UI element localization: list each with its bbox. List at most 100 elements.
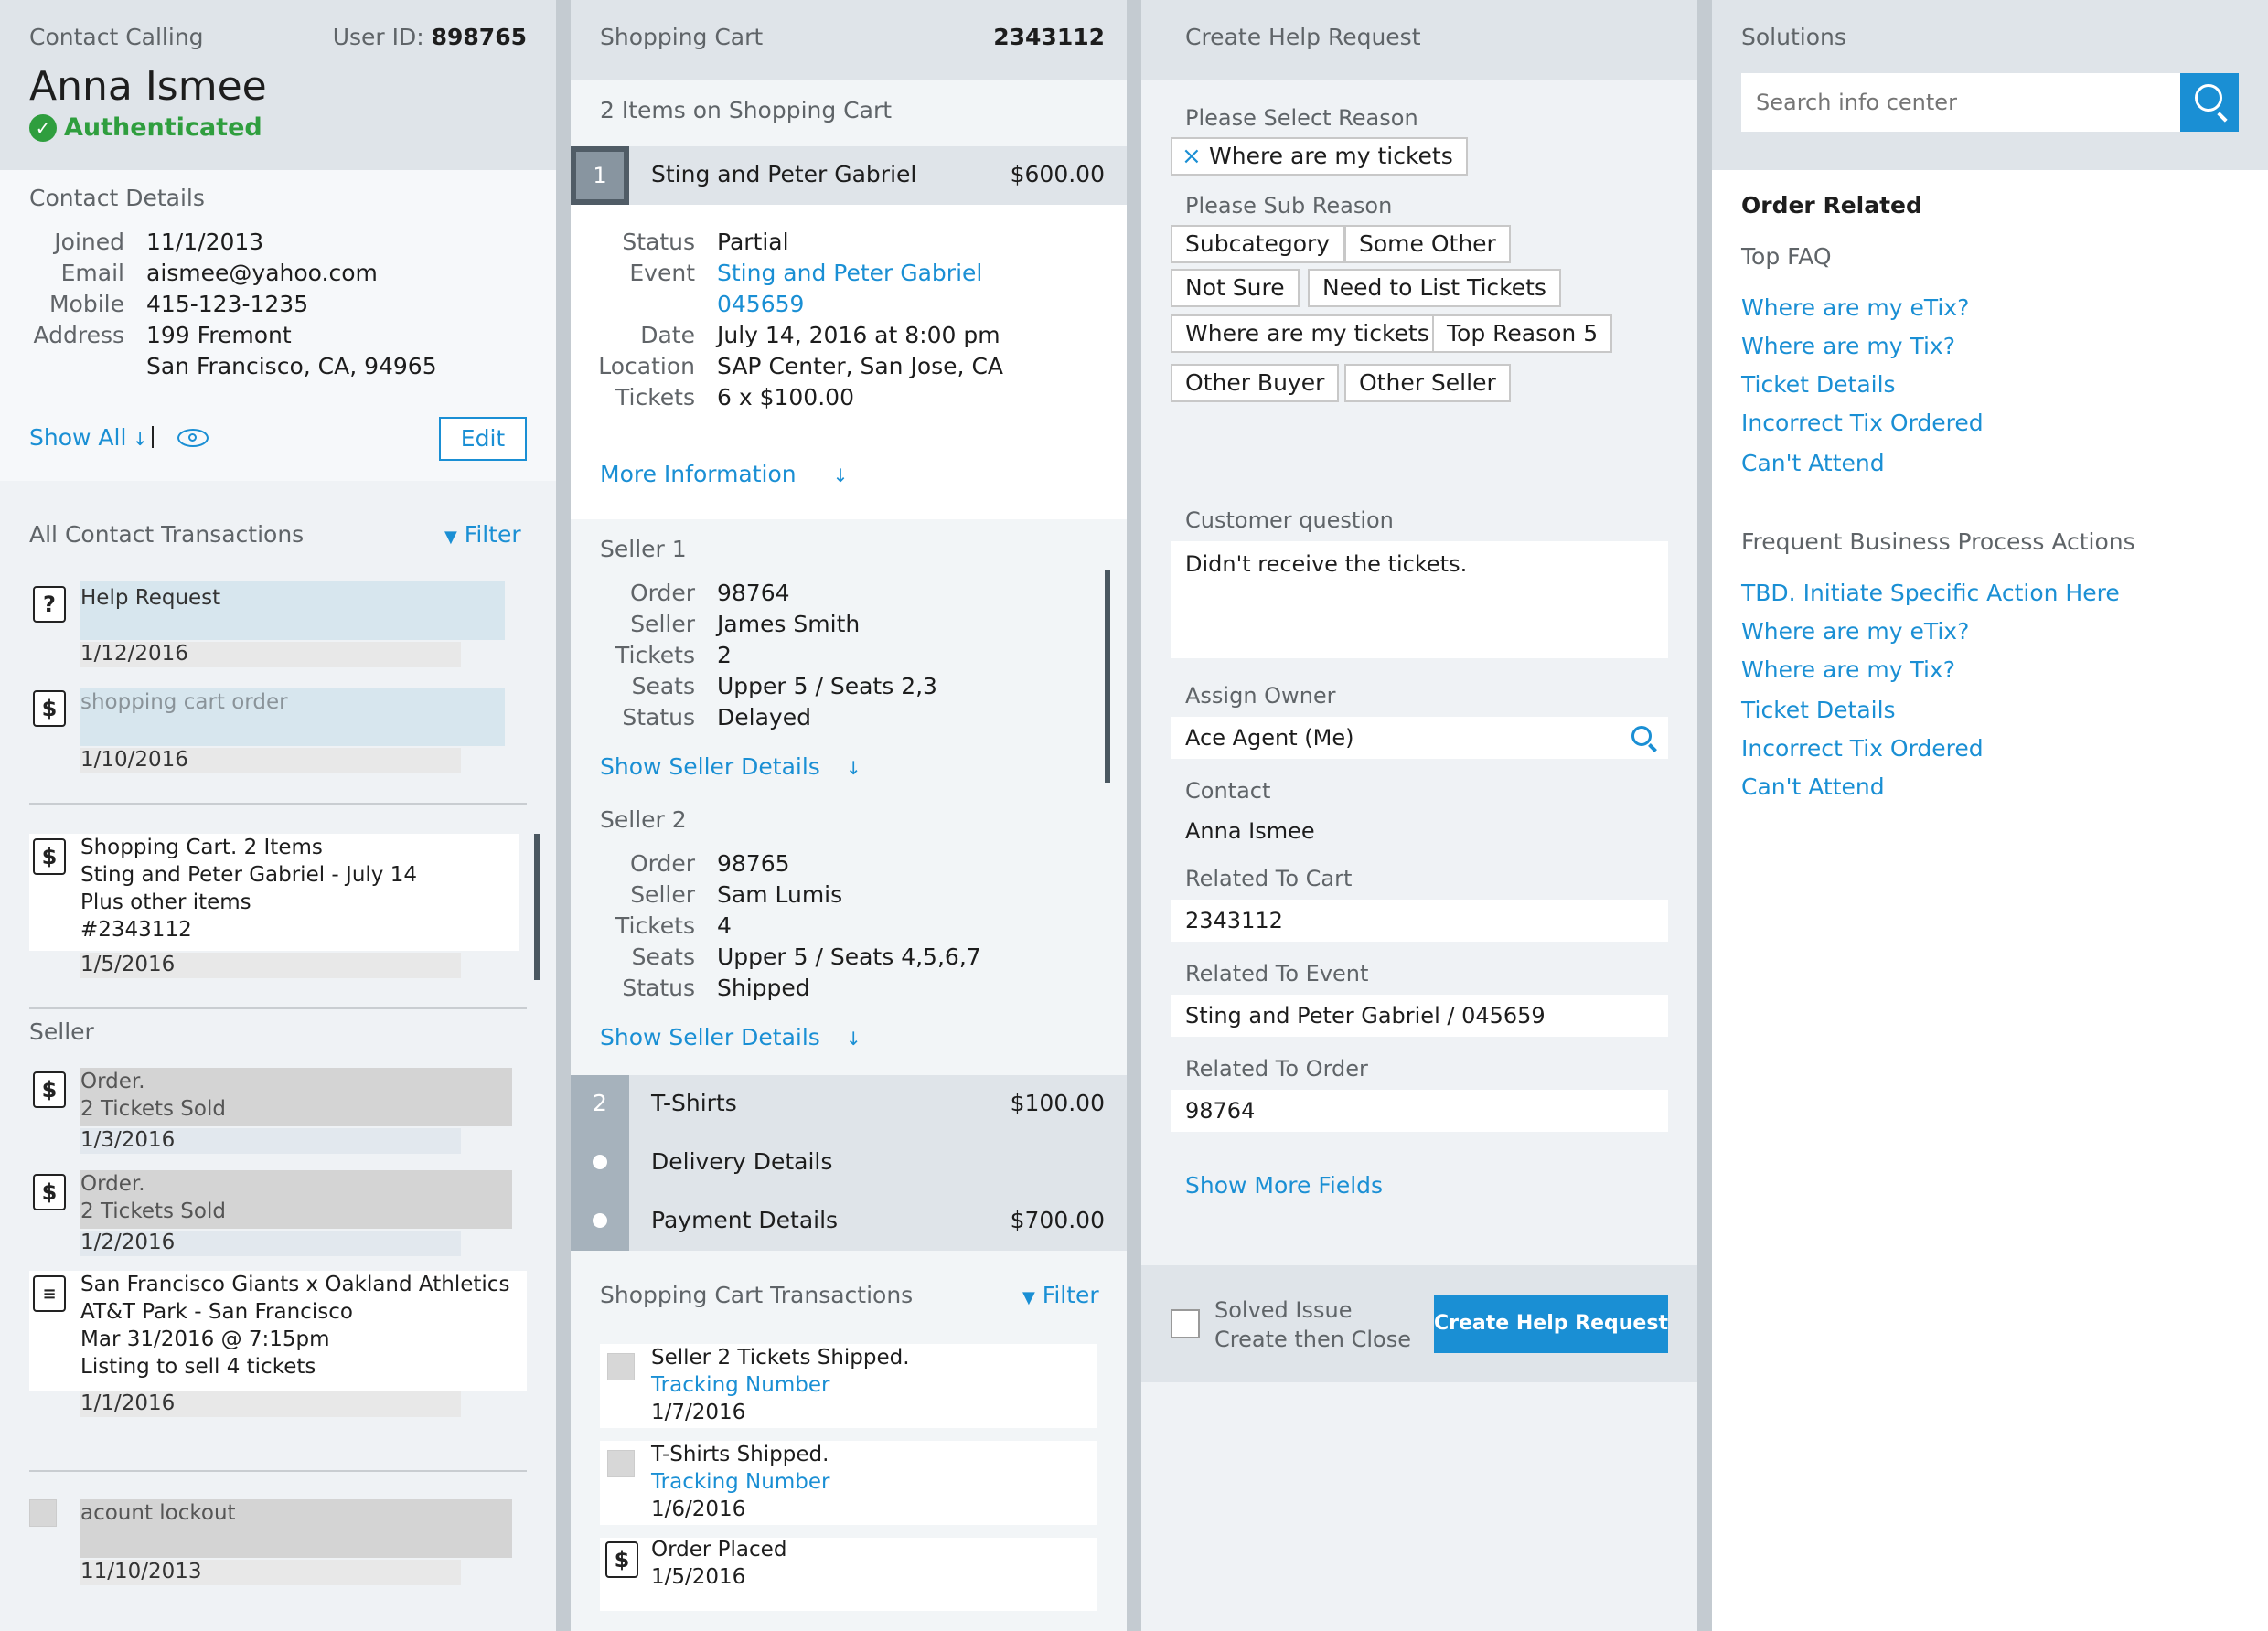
faq-link-tix[interactable]: Where are my Tix? [1741,333,1955,360]
seller-2-order-label: Order [629,850,695,877]
action-link-etix[interactable]: Where are my eTix? [1741,618,1969,645]
payment-total: $700.00 [1010,1207,1105,1233]
cart-transactions-title: Shopping Cart Transactions [600,1282,914,1308]
search-button[interactable] [2180,73,2239,132]
owner-label: Assign Owner [1185,683,1336,709]
cart-line-3: Plus other items [80,890,251,914]
help-request-icon: ? [33,586,66,623]
seller-1-tickets-label: Tickets [615,642,695,668]
email-label: Email [60,260,124,286]
listing-line-3: Mar 31/2016 @ 7:15pm [80,1327,330,1351]
arrow-down-icon: ↓ [832,464,849,486]
seller-1-selection-indicator [1105,570,1110,783]
faq-link-incorrect-tix[interactable]: Incorrect Tix Ordered [1741,410,1984,437]
seller-1-tickets-value: 2 [717,642,732,668]
order-2-line-2: 2 Tickets Sold [80,1199,226,1223]
search-info-input[interactable] [1741,73,2209,132]
sub-reason-other-buyer[interactable]: Other Buyer [1171,364,1340,402]
search-icon[interactable] [1631,726,1652,746]
transaction-3-title: Order Placed [651,1538,787,1562]
question-label: Customer question [1185,507,1394,533]
receipt-icon: $ [33,690,66,727]
seller-2-seats-value: Upper 5 / Seats 4,5,6,7 [717,943,981,970]
payment-details[interactable]: Payment Details [651,1207,838,1234]
address-label: Address [33,322,124,348]
related-event-input[interactable]: Sting and Peter Gabriel / 045659 [1171,995,1668,1037]
action-link-cant-attend[interactable]: Can't Attend [1741,773,1885,801]
cart-filter-button[interactable]: ▼ Filter [1022,1282,1099,1312]
sub-reason-some-other[interactable]: Some Other [1344,225,1511,263]
sub-reason-other-seller[interactable]: Other Seller [1344,364,1511,402]
selected-reason-chip[interactable]: × Where are my tickets [1171,137,1468,176]
receipt-icon: $ [33,1174,66,1210]
eye-icon[interactable] [177,429,209,447]
seller-2-seller-label: Seller [630,881,695,908]
filter-icon: ▼ [444,528,457,547]
event-link[interactable]: Sting and Peter Gabriel [717,260,982,287]
show-all-link[interactable]: Show All ↓ [29,424,148,453]
transaction-2-date: 1/6/2016 [651,1498,746,1521]
action-link-initiate[interactable]: TBD. Initiate Specific Action Here [1741,580,2120,607]
receipt-icon: $ [605,1541,638,1578]
transaction-1-tracking-link[interactable]: Tracking Number [651,1371,829,1399]
action-link-ticket-details[interactable]: Ticket Details [1741,697,1896,724]
more-information-link[interactable]: More Information ↓ [600,461,848,489]
related-event-label: Related To Event [1185,961,1369,986]
user-id: User ID: 898765 [332,24,527,50]
seller-2-title: Seller 2 [600,806,687,833]
solved-checkbox[interactable] [1171,1309,1200,1338]
order-2-date: 1/2/2016 [80,1231,176,1254]
show-seller-1-details-link[interactable]: Show Seller Details ↓ [600,753,861,782]
close-icon[interactable]: × [1182,139,1202,174]
faq-link-etix[interactable]: Where are my eTix? [1741,294,1969,322]
help-request-panel: Create Help Request Please Select Reason… [1141,0,1697,1631]
owner-input[interactable]: Ace Agent (Me) [1171,717,1668,759]
create-help-request-button[interactable]: Create Help Request [1434,1295,1668,1353]
search-icon [2195,84,2222,112]
joined-label: Joined [54,229,124,255]
mobile-value: 415-123-1235 [146,291,309,317]
search-icon-handle [1648,743,1657,752]
sub-reason-subcategory[interactable]: Subcategory [1171,225,1345,263]
show-more-fields-link[interactable]: Show More Fields [1185,1172,1383,1199]
action-link-tix[interactable]: Where are my Tix? [1741,656,1955,684]
section-divider [29,1007,527,1009]
sub-reason-top-reason-5[interactable]: Top Reason 5 [1432,314,1613,353]
contact-details-title: Contact Details [29,185,205,211]
order-2-line-1: Order. [80,1172,145,1196]
arrow-down-icon: ↓ [845,757,861,779]
sub-reason-label: Please Sub Reason [1185,193,1393,219]
transaction-2-tracking-link[interactable]: Tracking Number [651,1468,829,1496]
related-cart-input[interactable]: 2343112 [1171,900,1668,942]
solved-label-2: Create then Close [1214,1327,1411,1352]
order-1-date: 1/3/2016 [80,1128,176,1152]
seller-2-seller-value: Sam Lumis [717,881,843,908]
edit-button[interactable]: Edit [439,417,527,461]
transaction-3-date: 1/5/2016 [651,1565,746,1589]
search-icon-handle [2217,112,2228,123]
question-textarea[interactable]: Didn't receive the tickets. [1171,541,1668,658]
faq-link-cant-attend[interactable]: Can't Attend [1741,450,1885,477]
status-value: Partial [717,229,789,255]
faq-link-ticket-details[interactable]: Ticket Details [1741,371,1896,399]
event-id-link[interactable]: 045659 [717,291,804,318]
order-1-line-2: 2 Tickets Sold [80,1097,226,1121]
filter-button[interactable]: ▼ Filter [444,521,521,551]
item-2-name[interactable]: T-Shirts [651,1090,737,1117]
frequent-actions-title: Frequent Business Process Actions [1741,528,2135,555]
transaction-2-title: T-Shirts Shipped. [651,1443,829,1466]
sub-reason-not-sure[interactable]: Not Sure [1171,269,1300,307]
sub-reason-where-are-my-tickets[interactable]: Where are my tickets [1171,314,1444,353]
delivery-details[interactable]: Delivery Details [651,1148,832,1176]
order-related-title: Order Related [1741,192,1922,219]
arrow-down-icon: ↓ [845,1028,861,1050]
cart-panel-title: Shopping Cart [600,24,764,50]
shopping-cart-order-date: 1/10/2016 [80,748,188,772]
location-label: Location [598,353,695,379]
related-order-input[interactable]: 98764 [1171,1090,1668,1132]
show-seller-2-details-link[interactable]: Show Seller Details ↓ [600,1024,861,1052]
action-link-incorrect-tix[interactable]: Incorrect Tix Ordered [1741,735,1984,762]
check-circle-icon: ✓ [29,113,57,142]
sub-reason-need-to-list[interactable]: Need to List Tickets [1308,269,1561,307]
address-line2: San Francisco, CA, 94965 [146,353,437,379]
